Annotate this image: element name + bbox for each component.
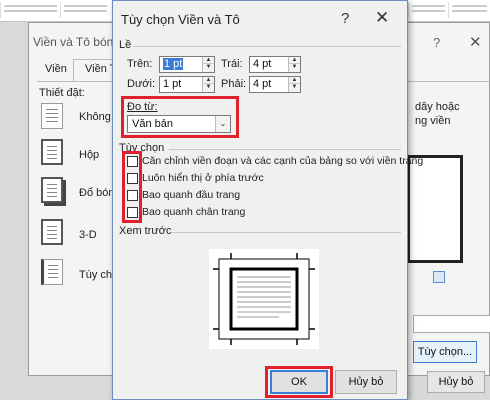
margin-group-label: Lề <box>119 39 132 51</box>
spin-down-icon[interactable]: ▼ <box>289 64 300 71</box>
close-icon[interactable]: ✕ <box>375 8 389 28</box>
page-preview <box>209 249 319 349</box>
left-margin-label: Trái: <box>221 58 243 70</box>
setting-3d-label[interactable]: 3-D <box>79 229 97 241</box>
page-preview-graphic <box>213 253 315 345</box>
align-borders-label[interactable]: Căn chỉnh viền đoạn và các cạnh của bảng… <box>142 155 423 167</box>
chevron-down-icon[interactable]: ⌄ <box>215 116 230 132</box>
setting-label: Thiết đặt: <box>39 87 85 99</box>
bg-dialog-title: Viền và Tô bóng <box>33 35 120 49</box>
bg-hint-text-2: ng viền <box>415 115 451 127</box>
left-margin-spinner[interactable]: 4 pt ▲ ▼ <box>249 56 301 73</box>
setting-shadow-icon[interactable] <box>41 177 63 203</box>
spin-down-icon[interactable]: ▼ <box>203 84 214 91</box>
preview-group-line <box>171 232 401 233</box>
bg-close-icon[interactable]: ✕ <box>469 33 482 51</box>
measure-from-value[interactable]: Văn bản <box>132 118 173 130</box>
measure-from-label: Đo từ: <box>127 101 158 113</box>
top-margin-spinner[interactable]: 1 pt ▲ ▼ <box>159 56 215 73</box>
always-front-checkbox[interactable] <box>127 173 138 184</box>
ok-button[interactable]: OK <box>270 370 328 394</box>
measure-from-dropdown[interactable]: Văn bản ⌄ <box>127 115 231 133</box>
tab-borders[interactable]: Viền <box>45 63 67 75</box>
right-margin-stepper[interactable]: ▲ ▼ <box>288 77 300 92</box>
help-icon[interactable]: ? <box>341 10 349 27</box>
spin-down-icon[interactable]: ▼ <box>289 84 300 91</box>
doc-column <box>60 2 110 18</box>
bottom-margin-value[interactable]: 1 pt <box>163 78 181 90</box>
surround-footer-checkbox[interactable] <box>127 207 138 218</box>
right-margin-value[interactable]: 4 pt <box>253 78 271 90</box>
bg-options-button[interactable]: Tùy chọn... <box>413 341 477 363</box>
setting-custom-icon[interactable] <box>41 259 63 285</box>
margin-group-line <box>133 46 401 47</box>
dialog-title: Tùy chọn Viền và Tô <box>121 12 240 27</box>
spin-up-icon[interactable]: ▲ <box>203 77 214 84</box>
bg-small-button[interactable] <box>433 271 445 283</box>
bottom-margin-label: Dưới: <box>127 78 156 90</box>
surround-header-checkbox[interactable] <box>127 190 138 201</box>
align-borders-checkbox[interactable] <box>127 156 138 167</box>
doc-column <box>0 2 60 18</box>
bg-hint-text-1: dây hoặc <box>415 101 460 113</box>
spin-up-icon[interactable]: ▲ <box>203 57 214 64</box>
right-margin-spinner[interactable]: 4 pt ▲ ▼ <box>249 76 301 93</box>
spin-up-icon[interactable]: ▲ <box>289 77 300 84</box>
border-shading-options-dialog: Tùy chọn Viền và Tô ? ✕ Lề Trên: 1 pt ▲ … <box>112 0 423 400</box>
surround-header-label[interactable]: Bao quanh đầu trang <box>142 189 240 201</box>
options-group-line <box>169 149 401 150</box>
doc-column <box>448 2 490 18</box>
bg-cancel-button[interactable]: Hủy bỏ <box>427 371 485 393</box>
doc-column <box>408 2 448 18</box>
bg-help-icon[interactable]: ? <box>433 35 440 50</box>
right-margin-label: Phải: <box>221 78 247 90</box>
surround-footer-label[interactable]: Bao quanh chân trang <box>142 206 245 218</box>
cancel-button[interactable]: Hủy bỏ <box>335 370 397 394</box>
setting-3d-icon[interactable] <box>41 219 63 245</box>
bottom-margin-stepper[interactable]: ▲ ▼ <box>202 77 214 92</box>
bg-apply-to-select[interactable]: ⌄ <box>413 315 490 333</box>
left-margin-stepper[interactable]: ▲ ▼ <box>288 57 300 72</box>
top-margin-stepper[interactable]: ▲ ▼ <box>202 57 214 72</box>
top-margin-value[interactable]: 1 pt <box>163 58 184 70</box>
setting-box-icon[interactable] <box>41 139 63 165</box>
setting-box-label[interactable]: Hộp <box>79 149 99 161</box>
spin-up-icon[interactable]: ▲ <box>289 57 300 64</box>
top-margin-label: Trên: <box>127 58 153 70</box>
spin-down-icon[interactable]: ▼ <box>203 64 214 71</box>
always-front-label[interactable]: Luôn hiển thị ở phía trước <box>142 172 264 184</box>
bottom-margin-spinner[interactable]: 1 pt ▲ ▼ <box>159 76 215 93</box>
preview-label: Xem trước <box>119 225 172 237</box>
setting-none-icon[interactable] <box>41 103 63 129</box>
left-margin-value[interactable]: 4 pt <box>253 58 271 70</box>
bg-preview-frame <box>407 155 463 263</box>
